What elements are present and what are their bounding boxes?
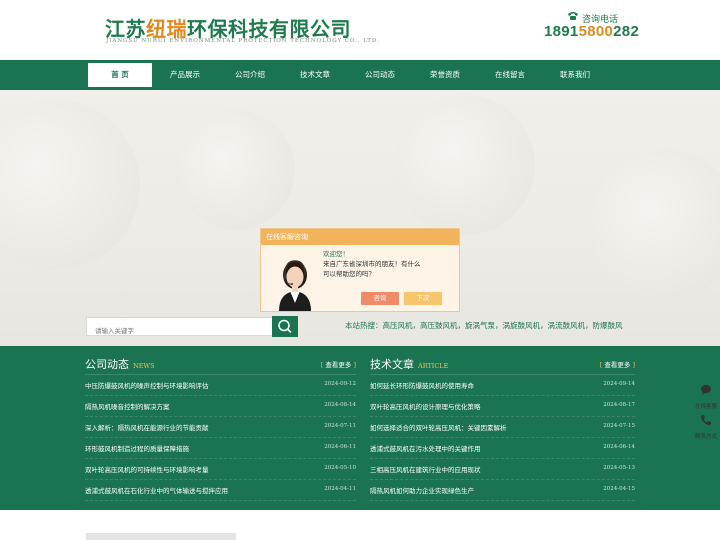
logo-english-name: JIANGSU NURUI ENVIRONMENTAL PROTECTION T… xyxy=(106,38,380,44)
popup-title: 在线客服咨询 xyxy=(261,229,459,245)
phone-icon xyxy=(701,415,711,425)
contact-side-button[interactable]: 联系方式 xyxy=(692,411,720,440)
main-nav: 首 页 产品展示 公司介绍 技术文章 公司动态 荣誉资质 在线留言 联系我们 xyxy=(0,60,720,90)
news-more-link[interactable]: [ 查看更多 ] xyxy=(321,359,356,369)
chat-bubble-icon xyxy=(701,385,711,395)
tech-articles-title: 技术文章 ARTICLE xyxy=(370,358,449,371)
company-news-title: 公司动态 NEWS xyxy=(85,358,155,371)
nav-item-home[interactable]: 首 页 xyxy=(88,63,152,87)
nav-item-products[interactable]: 产品展示 xyxy=(153,60,217,90)
news-section: 公司动态 NEWS [ 查看更多 ] 中压防爆鼓风机的噪声控制与环境影响评估 202… xyxy=(0,346,720,510)
popup-message: 欢迎您！ 来自广东省深圳市的朋友！有什么 可以帮助您的吗？ xyxy=(323,250,421,278)
nav-item-articles[interactable]: 技术文章 xyxy=(283,60,347,90)
search-input[interactable] xyxy=(87,322,267,340)
search-box xyxy=(86,317,273,340)
banner-globe-graphic xyxy=(175,110,295,230)
news-item[interactable]: 隔热风机噪音控制的解决方案 2024-08-14 xyxy=(85,396,356,417)
hot-search-keywords[interactable]: 本站热搜：高压风机，高压鼓风机，旋涡气泵，涡旋鼓风机，涡流鼓风机，防爆鼓风 xyxy=(345,320,623,331)
nav-item-contact[interactable]: 联系我们 xyxy=(543,60,607,90)
banner-globe-graphic xyxy=(395,95,535,235)
later-button[interactable]: 下次 xyxy=(404,292,442,305)
banner-globe-graphic xyxy=(0,100,140,270)
consult-button[interactable]: 咨询 xyxy=(361,292,399,305)
online-service-side-button[interactable]: 在线客服 xyxy=(692,381,720,410)
bottom-content-strip xyxy=(86,533,236,540)
article-item[interactable]: 如何选择适合的双叶轮高压风机：关键因素解析 2024-07-15 xyxy=(370,417,635,438)
hotline-number: 18915800282 xyxy=(544,23,640,40)
article-item[interactable]: 双叶轮高压风机的设计原理与优化策略 2024-08-17 xyxy=(370,396,635,417)
banner-globe-graphic xyxy=(590,150,720,300)
article-item[interactable]: 如何延长环形防爆鼓风机的使用寿命 2024-09-14 xyxy=(370,375,635,396)
nav-item-honors[interactable]: 荣誉资质 xyxy=(413,60,477,90)
site-header: 江苏纽瑞环保科技有限公司 JIANGSU NURUI ENVIRONMENTAL… xyxy=(0,0,720,60)
news-item[interactable]: 深入解析：隔热风机在能源行业的节能贡献 2024-07-11 xyxy=(85,417,356,438)
company-news-header: 公司动态 NEWS [ 查看更多 ] xyxy=(85,356,356,372)
news-item[interactable]: 环形鼓风机制造过程的质量保障措施 2024-06-11 xyxy=(85,438,356,459)
articles-more-link[interactable]: [ 查看更多 ] xyxy=(600,359,635,369)
nav-item-news[interactable]: 公司动态 xyxy=(348,60,412,90)
nav-item-message[interactable]: 在线留言 xyxy=(478,60,542,90)
news-item[interactable]: 透浦式鼓风机在石化行业中的气体输送与搅拌应用 2024-04-11 xyxy=(85,480,356,501)
floating-side-panel: 在线客服 联系方式 xyxy=(692,377,720,440)
customer-service-avatar xyxy=(269,247,321,311)
article-item[interactable]: 透浦式鼓风机在污水处理中的关键作用 2024-06-14 xyxy=(370,438,635,459)
news-item[interactable]: 双叶轮高压风机的可持续性与环境影响考量 2024-05-10 xyxy=(85,459,356,480)
search-icon xyxy=(278,319,292,334)
search-button[interactable] xyxy=(272,316,298,337)
nav-item-about[interactable]: 公司介绍 xyxy=(218,60,282,90)
tech-articles-header: 技术文章 ARTICLE [ 查看更多 ] xyxy=(370,356,635,372)
news-item[interactable]: 中压防爆鼓风机的噪声控制与环境影响评估 2024-09-12 xyxy=(85,375,356,396)
article-item[interactable]: 隔热风机如何助力企业实现绿色生产 2024-04-15 xyxy=(370,480,635,501)
online-service-popup: 在线客服咨询 欢迎您！ 来自广东省深圳市的朋友！有什么 可以帮助您的吗？ 咨询 … xyxy=(260,228,460,312)
article-item[interactable]: 三相高压风机在建筑行业中的应用现状 2024-05-13 xyxy=(370,459,635,480)
